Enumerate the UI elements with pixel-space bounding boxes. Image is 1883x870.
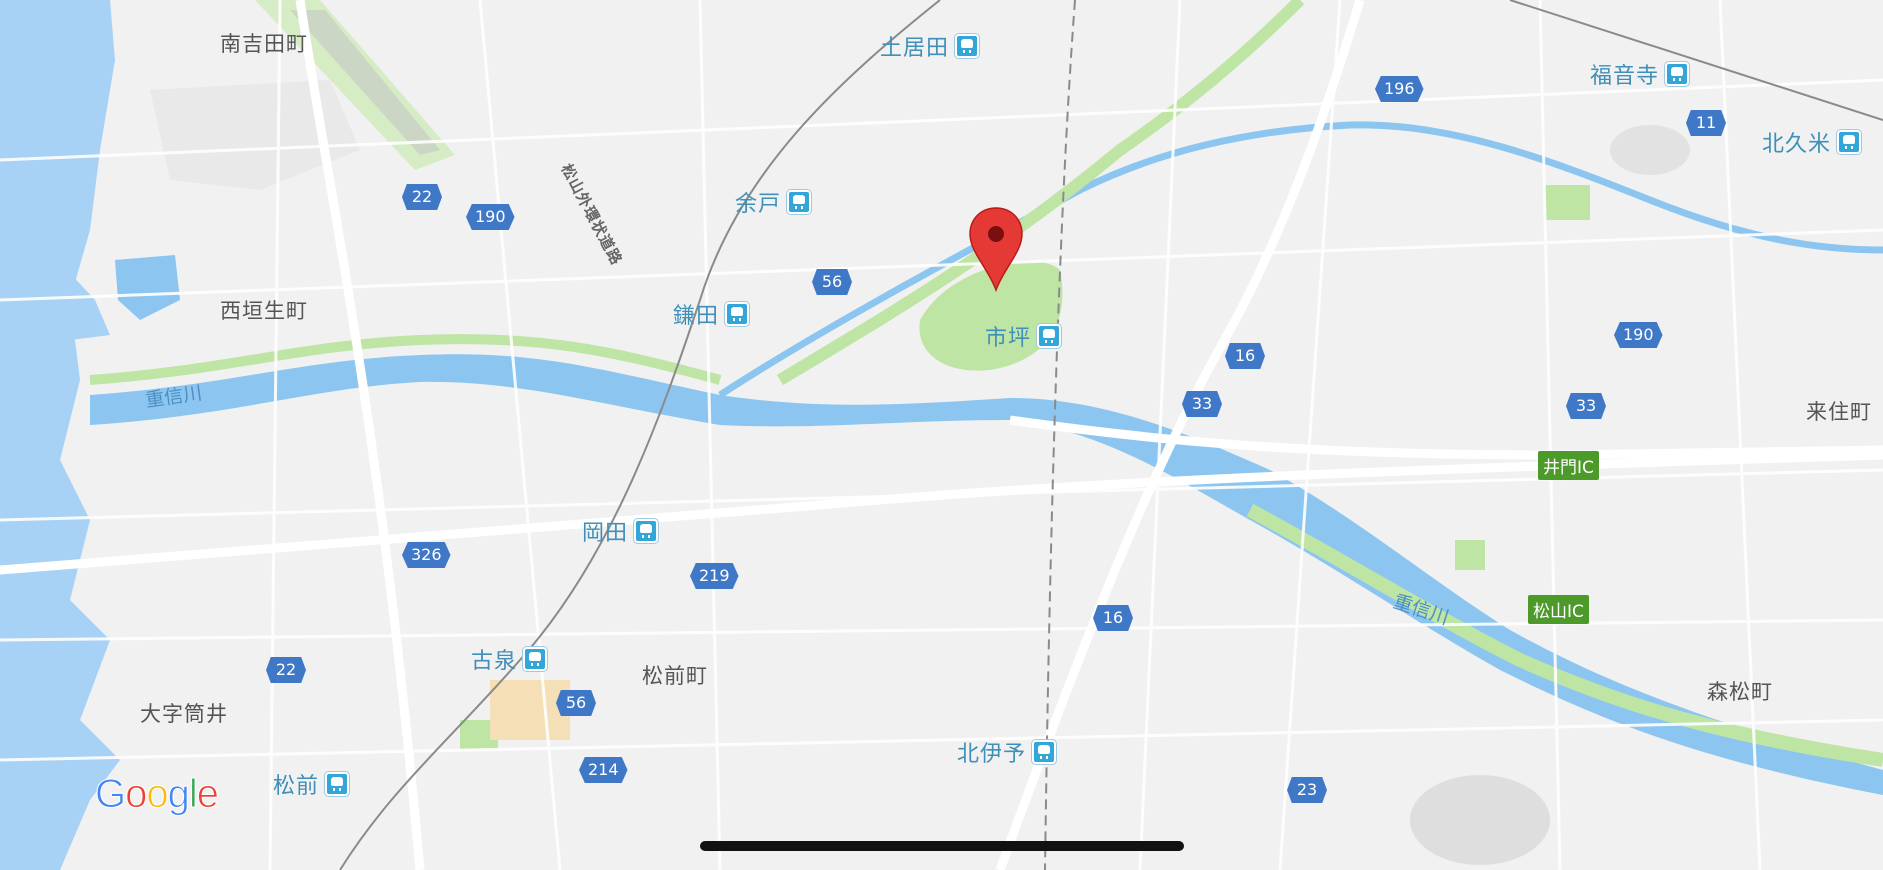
station-name: 岡田 [582,521,629,546]
train-station-icon [1037,324,1062,348]
station-name: 市坪 [985,326,1032,351]
station-name: 北久米 [1762,132,1832,157]
station-okada[interactable]: 岡田 [582,515,659,547]
place-label: 西垣生町 [220,299,308,323]
station-kamata[interactable]: 鎌田 [673,298,750,330]
station-name: 松前 [273,774,320,799]
train-station-icon [634,519,659,543]
station-kitakume[interactable]: 北久米 [1762,126,1862,158]
train-station-icon [787,190,812,214]
google-logo: Google [94,772,219,817]
map-view[interactable]: 南吉田町 西垣生町 大字筒井 松前町 森松町 来住町 土居田 余戸 鎌田 市坪 … [0,0,1883,870]
route-shield: 190 [1614,322,1663,348]
map-base-layer [0,0,1883,870]
route-shield: 56 [812,269,852,295]
route-shield: 22 [402,184,442,210]
station-name: 古泉 [471,649,518,674]
station-fukuonji[interactable]: 福音寺 [1590,58,1690,90]
station-masaki[interactable]: 松前 [273,768,350,800]
station-name: 福音寺 [1590,64,1660,89]
train-station-icon [1032,740,1057,764]
route-shield: 23 [1287,777,1327,803]
route-shield: 219 [690,563,739,589]
interchange-label: 井門IC [1538,451,1599,480]
place-label: 南吉田町 [220,32,308,56]
route-shield: 33 [1182,391,1222,417]
place-label: 松前町 [642,664,708,688]
train-station-icon [1665,62,1690,86]
train-station-icon [325,772,350,796]
station-name: 北伊予 [957,742,1027,767]
route-shield: 33 [1566,393,1606,419]
interchange-label: 松山IC [1528,595,1589,624]
train-station-icon [955,34,980,58]
train-station-icon [523,647,548,671]
station-name: 鎌田 [673,304,720,329]
train-station-icon [725,302,750,326]
route-shield: 16 [1093,605,1133,631]
route-shield: 214 [579,757,628,783]
station-yodo[interactable]: 余戸 [735,186,812,218]
place-label: 来住町 [1806,400,1872,424]
place-label: 森松町 [1707,680,1773,704]
station-ichitsubo[interactable]: 市坪 [985,320,1062,352]
station-kitaiyo[interactable]: 北伊予 [957,736,1057,768]
map-pin-icon[interactable] [968,206,1024,296]
station-name: 土居田 [880,36,950,61]
station-koizumi[interactable]: 古泉 [471,643,548,675]
map-pin-shape [969,207,1023,293]
route-shield: 22 [266,657,306,683]
station-doida[interactable]: 土居田 [880,30,980,62]
station-name: 余戸 [735,192,782,217]
route-shield: 196 [1375,76,1424,102]
route-shield: 190 [466,204,515,230]
route-shield: 11 [1686,110,1726,136]
route-shield: 56 [556,690,596,716]
place-label: 大字筒井 [140,702,228,726]
route-shield: 16 [1225,343,1265,369]
route-shield: 326 [402,542,451,568]
home-indicator[interactable] [700,841,1184,851]
train-station-icon [1837,130,1862,154]
